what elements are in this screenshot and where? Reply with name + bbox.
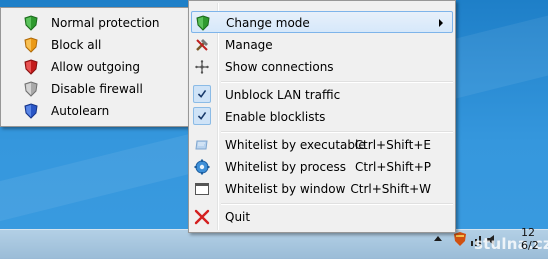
menu-item-whitelist-process[interactable]: Whitelist by process Ctrl+Shift+P xyxy=(191,156,453,178)
gear-icon xyxy=(194,159,210,175)
shortcut-label: Ctrl+Shift+W xyxy=(350,182,431,196)
shield-blue-icon xyxy=(24,103,38,119)
window-icon xyxy=(195,183,209,195)
menu-item-label: Normal protection xyxy=(51,16,160,30)
menu-item-disable-firewall[interactable]: Disable firewall xyxy=(3,78,188,100)
menu-item-normal-protection[interactable]: Normal protection xyxy=(3,12,188,34)
menu-item-block-all[interactable]: Block all xyxy=(3,34,188,56)
menu-item-whitelist-window[interactable]: Whitelist by window Ctrl+Shift+W xyxy=(191,178,453,200)
menu-item-label: Enable blocklists xyxy=(225,110,326,124)
menu-item-label: Whitelist by executable xyxy=(225,138,366,152)
menu-item-show-connections[interactable]: Show connections xyxy=(191,56,453,78)
tray-clock[interactable]: 12 6/2 xyxy=(521,226,539,252)
menu-item-label: Autolearn xyxy=(51,104,110,118)
menu-item-label: Show connections xyxy=(225,60,334,74)
menu-item-label: Disable firewall xyxy=(51,82,143,96)
menu-item-label: Whitelist by process xyxy=(225,160,346,174)
menu-item-enable-blocklists[interactable]: Enable blocklists xyxy=(191,106,453,128)
menu-item-label: Quit xyxy=(225,210,251,224)
menu-separator xyxy=(221,81,453,83)
menu-item-unblock-lan[interactable]: Unblock LAN traffic xyxy=(191,84,453,106)
menu-item-label: Block all xyxy=(51,38,102,52)
clock-time: 12 xyxy=(521,226,535,239)
menu-item-manage[interactable]: Manage xyxy=(191,34,453,56)
shield-green-icon xyxy=(196,15,210,31)
menu-item-label: Whitelist by window xyxy=(225,182,346,196)
menu-item-change-mode[interactable]: Change mode xyxy=(191,11,453,33)
shortcut-label: Ctrl+Shift+P xyxy=(355,160,431,174)
menu-item-label: Unblock LAN traffic xyxy=(225,88,341,102)
menu-item-quit[interactable]: Quit xyxy=(191,206,453,228)
show-hidden-icons-icon[interactable] xyxy=(434,236,442,241)
menu-separator xyxy=(221,131,453,133)
shield-red-icon xyxy=(24,59,38,75)
menu-item-allow-outgoing[interactable]: Allow outgoing xyxy=(3,56,188,78)
menu-item-label: Change mode xyxy=(226,16,310,30)
menu-item-whitelist-executable[interactable]: Whitelist by executable Ctrl+Shift+E xyxy=(191,134,453,156)
executable-icon xyxy=(195,140,208,150)
change-mode-submenu: Normal protection Block all Allow outgoi… xyxy=(0,7,191,127)
submenu-arrow-icon xyxy=(439,19,443,27)
tray-context-menu: Change mode Manage Show connections Unbl… xyxy=(188,0,456,233)
shield-green-icon xyxy=(24,15,38,31)
shortcut-label: Ctrl+Shift+E xyxy=(354,138,431,152)
close-icon xyxy=(194,209,210,225)
checkmark-icon xyxy=(193,107,211,125)
checkmark-icon xyxy=(193,85,211,103)
connections-icon xyxy=(195,60,209,74)
menu-item-label: Manage xyxy=(225,38,273,52)
menu-separator xyxy=(221,203,453,205)
shield-orange-icon xyxy=(24,37,38,53)
menu-item-autolearn[interactable]: Autolearn xyxy=(3,100,188,122)
firewall-tray-icon[interactable] xyxy=(454,232,466,246)
clock-date: 6/2 xyxy=(521,239,539,252)
shield-gray-icon xyxy=(24,81,38,97)
tools-icon xyxy=(196,39,208,51)
menu-item-label: Allow outgoing xyxy=(51,60,141,74)
